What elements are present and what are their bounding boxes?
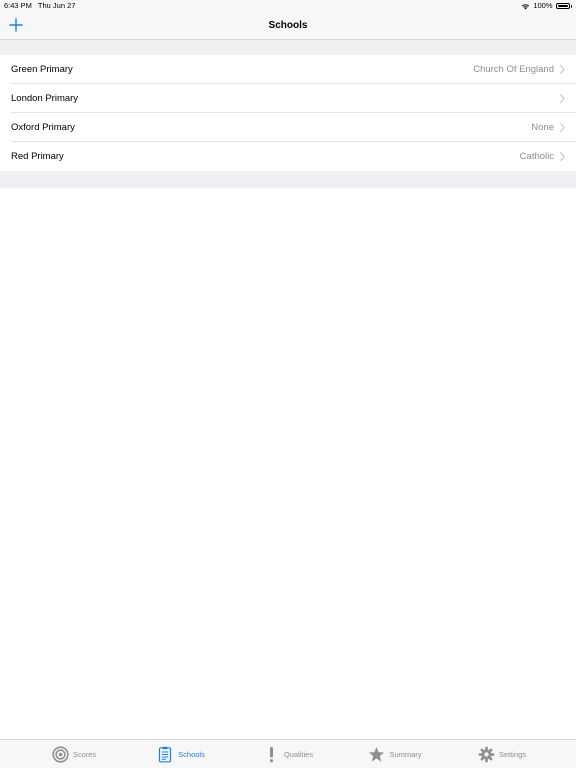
page-title: Schools [268, 20, 308, 31]
status-bar: 6:43 PM Thu Jun 27 100% [0, 0, 576, 12]
status-time: 6:43 PM [4, 1, 32, 10]
wifi-icon [522, 3, 530, 9]
clipboard-icon [157, 746, 174, 763]
school-name: Green Primary [11, 64, 73, 75]
navigation-bar: Schools [0, 12, 576, 40]
school-row-oxford-primary[interactable]: Oxford Primary None [0, 113, 576, 142]
status-date: Thu Jun 27 [37, 1, 76, 10]
status-left: 6:43 PM Thu Jun 27 [4, 0, 79, 12]
school-row-red-primary[interactable]: Red Primary Catholic [0, 142, 576, 171]
tab-label: Summary [389, 749, 422, 759]
tab-label: Scores [72, 749, 97, 759]
tab-qualities[interactable]: Qualities [235, 740, 342, 768]
tab-label: Settings [498, 749, 527, 759]
battery-icon [555, 3, 570, 9]
school-name: London Primary [11, 93, 79, 104]
tab-label: Schools [178, 749, 205, 759]
tab-summary[interactable]: Summary [342, 740, 449, 768]
target-icon [52, 745, 69, 763]
tab-settings[interactable]: Settings [449, 740, 556, 768]
school-name: Red Primary [11, 151, 64, 162]
school-denomination: Church Of England [473, 64, 554, 75]
chevron-right-icon [560, 152, 565, 161]
chevron-right-icon [560, 65, 565, 74]
battery-fill [557, 5, 568, 7]
tab-bar: Scores Schools Qualities Summary Setting… [0, 739, 576, 768]
school-denomination: Catholic [519, 151, 554, 162]
school-row-green-primary[interactable]: Green Primary Church Of England [0, 55, 576, 84]
tab-scores[interactable]: Scores [21, 740, 128, 768]
exclamation-icon [263, 746, 280, 763]
status-right: 100% [521, 0, 572, 12]
gear-icon [478, 746, 495, 763]
schools-table-section: Green Primary Church Of England London P… [0, 40, 576, 188]
battery-cap [570, 4, 572, 8]
tab-label: Qualities [283, 749, 314, 759]
chevron-right-icon [560, 94, 565, 103]
school-denomination: None [531, 122, 554, 133]
school-row-london-primary[interactable]: London Primary [0, 84, 576, 113]
star-icon [368, 746, 385, 763]
app-window: 6:43 PM Thu Jun 27 100% Schools Green Pr… [0, 0, 576, 768]
tab-schools[interactable]: Schools [128, 740, 235, 768]
battery-percent: 100% [533, 1, 553, 10]
schools-list: Green Primary Church Of England London P… [0, 55, 576, 171]
school-name: Oxford Primary [11, 122, 75, 133]
chevron-right-icon [560, 123, 565, 132]
